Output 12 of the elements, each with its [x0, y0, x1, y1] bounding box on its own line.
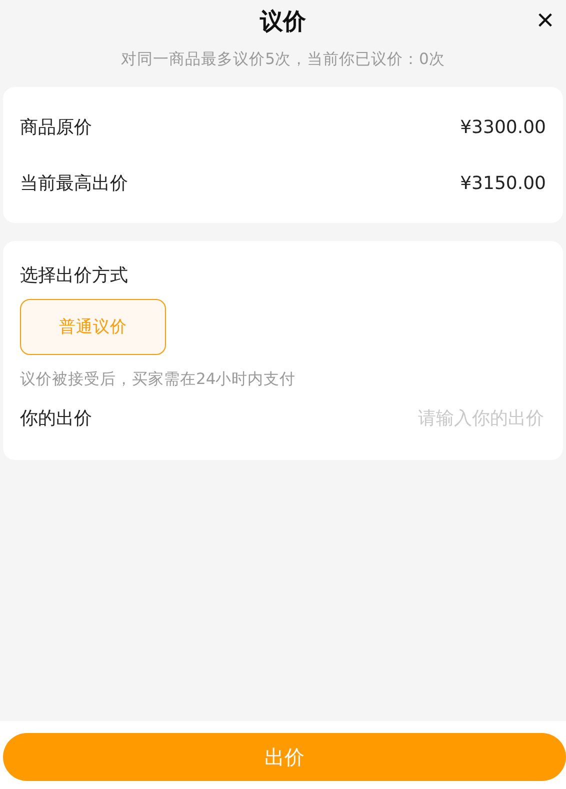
bid-button[interactable]: 出价 [3, 733, 566, 781]
price-label: 商品原价 [20, 116, 92, 139]
bid-mode-option[interactable]: 普通议价 [20, 299, 166, 355]
dialog-title: 议价 [260, 8, 306, 36]
price-label: 当前最高出价 [20, 172, 128, 195]
section-title: 选择出价方式 [20, 265, 128, 286]
payment-hint: 议价被接受后，买家需在24小时内支付 [20, 369, 297, 390]
price-value: ¥3150.00 [460, 172, 546, 194]
close-button[interactable]: × [532, 6, 558, 36]
bid-label: 你的出价 [20, 407, 92, 430]
bid-limit-notice: 对同一商品最多议价5次，当前你已议价：0次 [120, 49, 446, 70]
price-value: ¥3300.00 [460, 116, 546, 138]
